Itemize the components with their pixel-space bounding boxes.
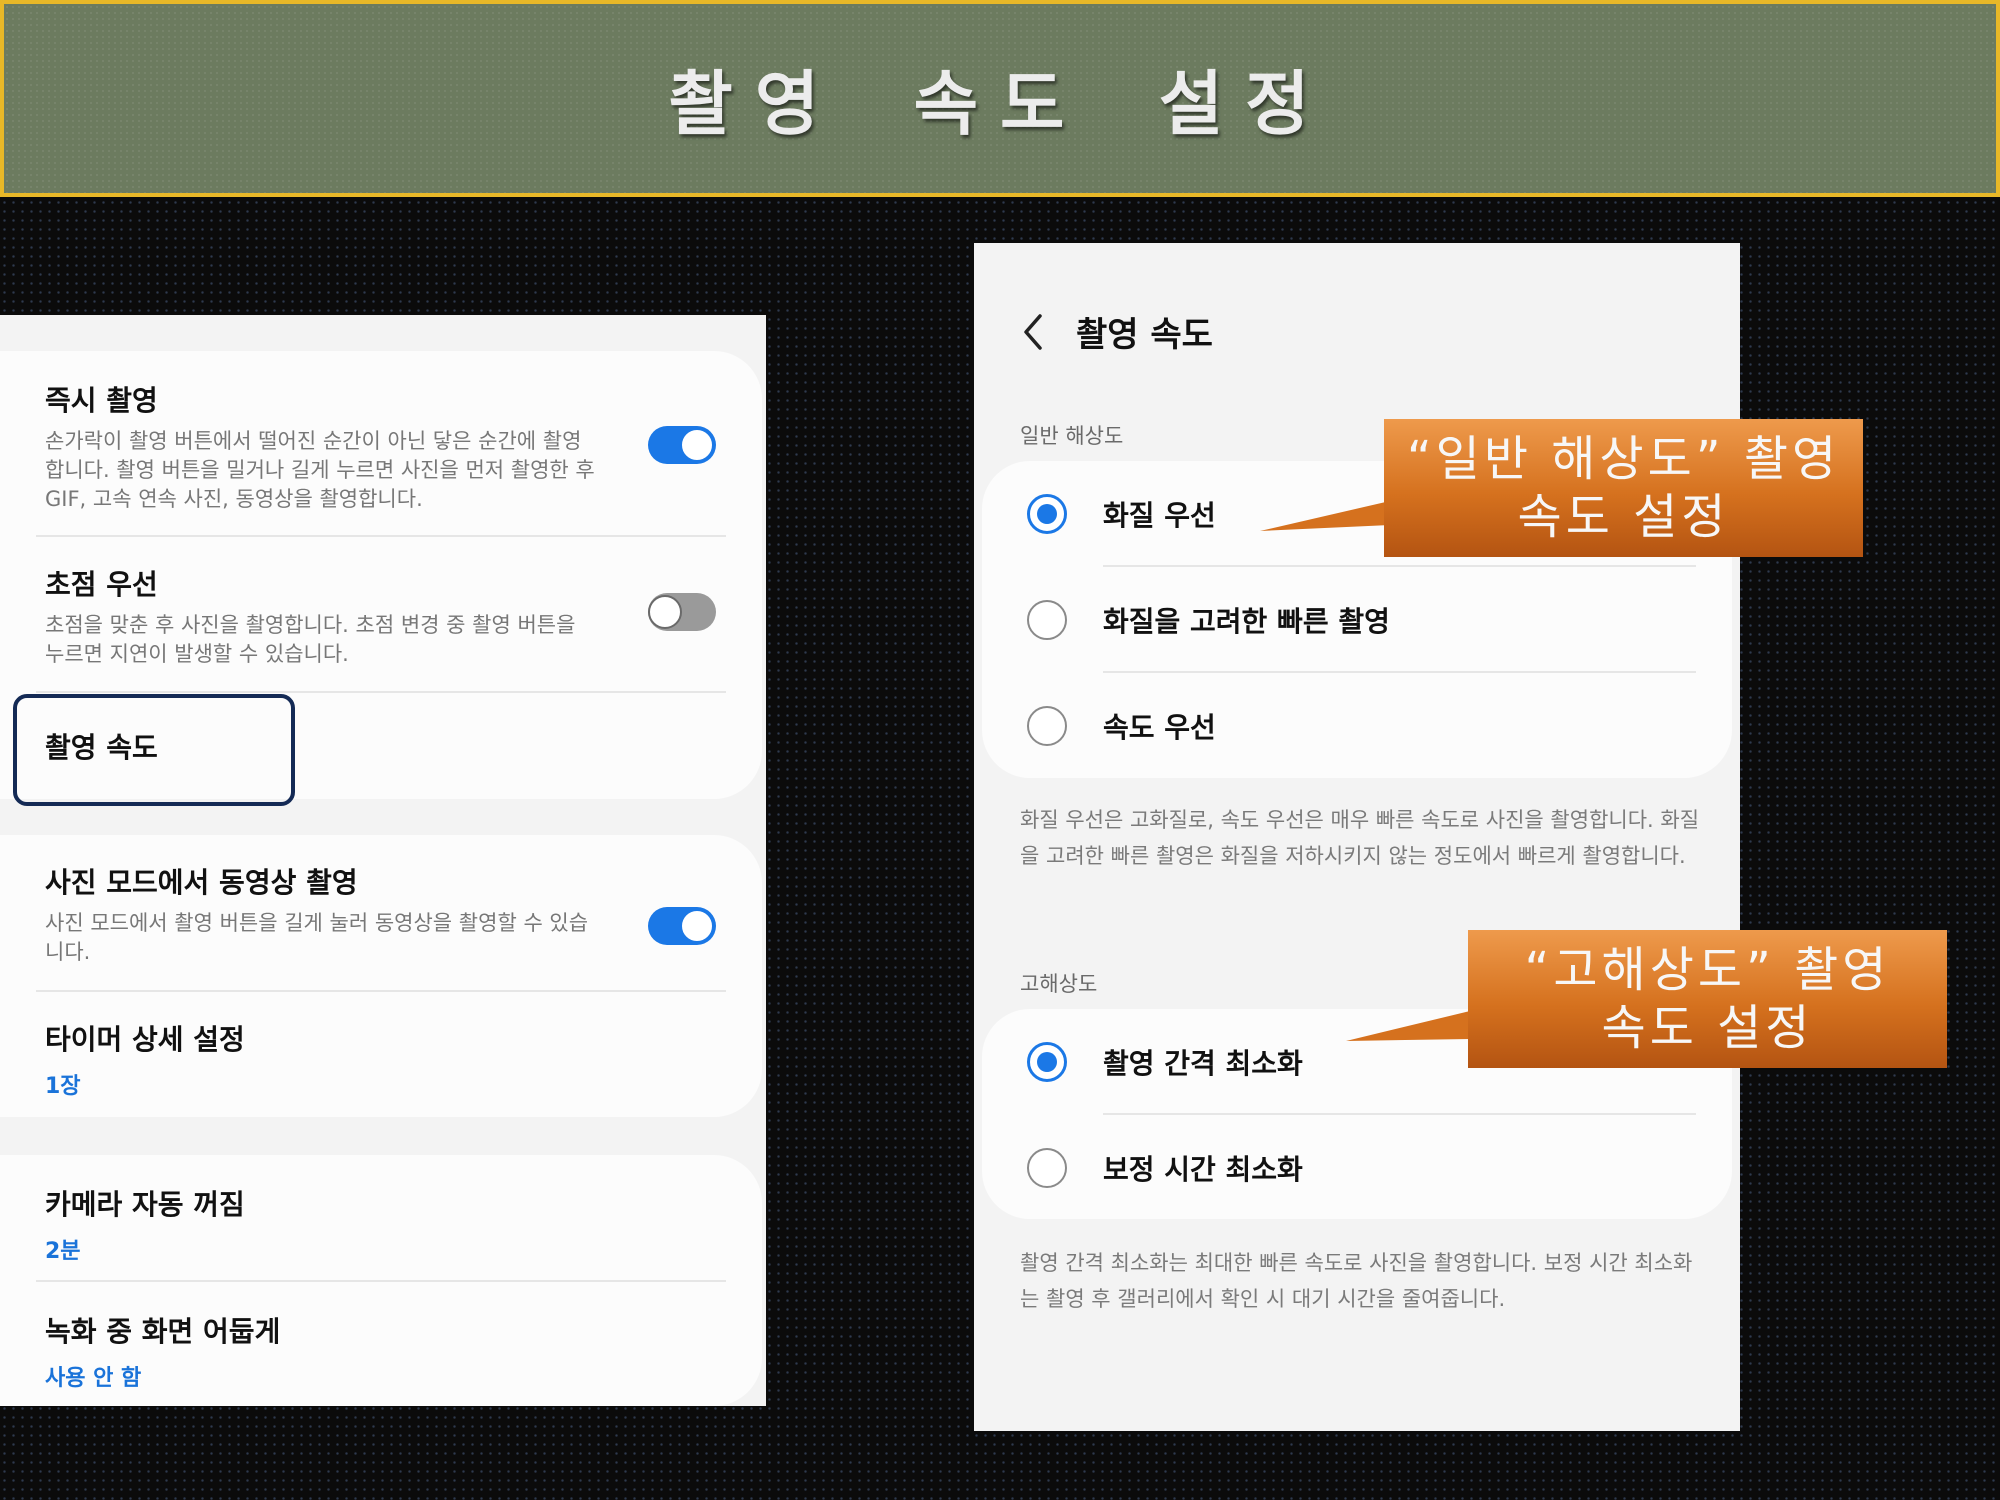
setting-instant-capture[interactable]: 즉시 촬영 손가락이 촬영 버튼에서 떨어진 순간이 아닌 닿은 순간에 촬영합… (45, 379, 726, 514)
setting-title: 녹화 중 화면 어둡게 (45, 1315, 281, 1348)
instant-capture-toggle[interactable] (648, 426, 716, 464)
normal-resolution-note: 화질 우선은 고화질로, 속도 우선은 매우 빠른 속도로 사진을 촬영합니다.… (1020, 808, 1700, 868)
divider (36, 535, 726, 537)
setting-title: 사진 모드에서 동영상 촬영 (45, 866, 358, 899)
back-arrow-icon[interactable] (1018, 312, 1048, 352)
settings-card-misc: 카메라 자동 꺼짐 2분 녹화 중 화면 어둡게 사용 안 함 (0, 1155, 762, 1406)
callout-pointer-normal (1260, 501, 1390, 531)
option-label: 보정 시간 최소화 (1103, 1153, 1303, 1186)
video-in-photo-mode-toggle[interactable] (648, 907, 716, 945)
shooting-speed-highlight (13, 694, 295, 806)
radio-button[interactable] (1027, 600, 1067, 640)
section-label-high: 고해상도 (1020, 972, 1098, 996)
setting-title: 타이머 상세 설정 (45, 1023, 245, 1056)
banner-title: 촬영 속도 설정 (668, 63, 1332, 145)
section-label-normal: 일반 해상도 (1020, 424, 1124, 448)
screen-header: 촬영 속도 (1018, 307, 1213, 356)
radio-button[interactable] (1027, 1042, 1067, 1082)
setting-title: 카메라 자동 꺼짐 (45, 1188, 245, 1221)
screen-title: 촬영 속도 (1076, 315, 1213, 355)
option-speed-priority[interactable]: 속도 우선 (982, 673, 1732, 779)
callout-line-1: “고해상도” 촬영 (1524, 942, 1891, 998)
option-label: 속도 우선 (1103, 711, 1216, 744)
option-label: 화질을 고려한 빠른 촬영 (1103, 605, 1390, 638)
callout-line-2: 속도 설정 (1517, 489, 1730, 545)
callout-normal-resolution: “일반 해상도” 촬영 속도 설정 (1384, 419, 1863, 557)
setting-dim-screen[interactable]: 녹화 중 화면 어둡게 사용 안 함 (45, 1310, 726, 1392)
settings-card-video: 사진 모드에서 동영상 촬영 사진 모드에서 촬영 버튼을 길게 눌러 동영상을… (0, 835, 762, 1117)
setting-description: 손가락이 촬영 버튼에서 떨어진 순간이 아닌 닿은 순간에 촬영합니다. 촬영… (45, 429, 595, 511)
setting-video-in-photo-mode[interactable]: 사진 모드에서 동영상 촬영 사진 모드에서 촬영 버튼을 길게 눌러 동영상을… (45, 861, 726, 967)
divider (36, 691, 726, 693)
radio-button[interactable] (1027, 1148, 1067, 1188)
callout-pointer-high (1346, 1011, 1470, 1041)
divider (36, 990, 726, 992)
setting-value: 사용 안 함 (45, 1366, 142, 1391)
toggle-knob (648, 595, 682, 629)
toggle-knob (680, 909, 714, 943)
callout-high-resolution: “고해상도” 촬영 속도 설정 (1468, 930, 1947, 1068)
setting-description: 초점을 맞춘 후 사진을 촬영합니다. 초점 변경 중 촬영 버튼을 누르면 지… (45, 613, 576, 666)
callout-line-1: “일반 해상도” 촬영 (1406, 431, 1841, 487)
title-banner: 촬영 속도 설정 (0, 0, 2000, 197)
option-min-processing[interactable]: 보정 시간 최소화 (982, 1115, 1732, 1221)
setting-title: 즉시 촬영 (45, 384, 158, 417)
setting-value: 1장 (45, 1074, 81, 1099)
setting-title: 초점 우선 (45, 568, 158, 601)
setting-auto-off[interactable]: 카메라 자동 꺼짐 2분 (45, 1183, 726, 1265)
setting-value: 2분 (45, 1239, 81, 1264)
option-fast-with-quality[interactable]: 화질을 고려한 빠른 촬영 (982, 567, 1732, 673)
setting-focus-priority[interactable]: 초점 우선 초점을 맞춘 후 사진을 촬영합니다. 초점 변경 중 촬영 버튼을… (45, 563, 726, 669)
setting-description: 사진 모드에서 촬영 버튼을 길게 눌러 동영상을 촬영할 수 있습니다. (45, 911, 589, 964)
radio-button[interactable] (1027, 706, 1067, 746)
high-resolution-note: 촬영 간격 최소화는 최대한 빠른 속도로 사진을 촬영합니다. 보정 시간 최… (1020, 1251, 1693, 1311)
camera-settings-panel: 즉시 촬영 손가락이 촬영 버튼에서 떨어진 순간이 아닌 닿은 순간에 촬영합… (0, 315, 766, 1406)
divider (36, 1280, 726, 1282)
focus-priority-toggle[interactable] (648, 593, 716, 631)
radio-button[interactable] (1027, 494, 1067, 534)
option-label: 화질 우선 (1103, 499, 1216, 532)
toggle-knob (680, 428, 714, 462)
setting-timer-detail[interactable]: 타이머 상세 설정 1장 (45, 1018, 726, 1100)
option-label: 촬영 간격 최소화 (1103, 1047, 1303, 1080)
callout-line-2: 속도 설정 (1601, 1000, 1814, 1056)
